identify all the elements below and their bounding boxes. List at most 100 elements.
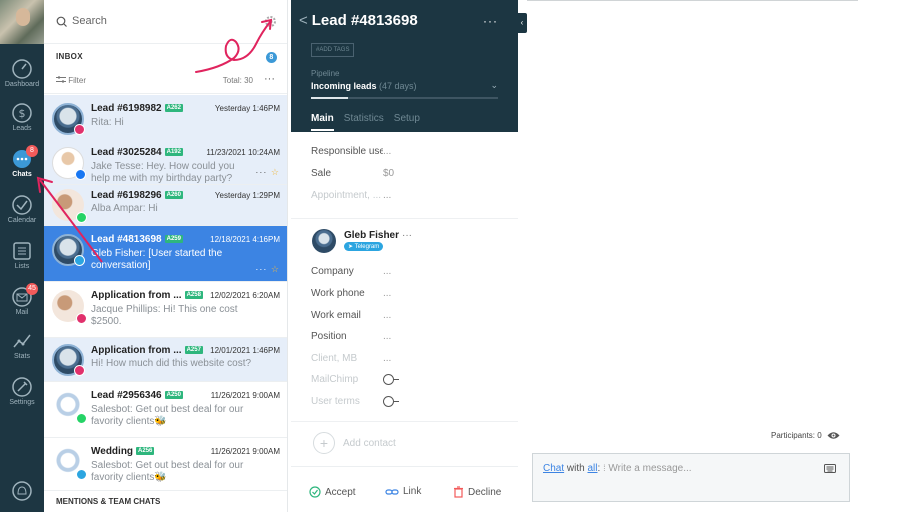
item-name: Lead #3025284 A192 — [91, 147, 183, 158]
chats-badge: 8 — [26, 145, 38, 157]
recipient-link[interactable]: all — [587, 463, 597, 474]
nav-label: Stats — [14, 353, 30, 360]
mentions-header[interactable]: MENTIONS & TEAM CHATS — [44, 490, 287, 512]
field-label: Company — [311, 266, 354, 277]
link-icon — [385, 488, 399, 495]
field-label: Responsible user — [311, 146, 383, 157]
contact-name[interactable]: Gleb Fisher ··· — [344, 230, 412, 241]
back-chevron-icon[interactable]: < — [299, 12, 308, 29]
item-name: Lead #6198296 A260 — [91, 190, 183, 201]
link-button[interactable]: Link — [385, 486, 421, 497]
field-sale[interactable]: Sale $0 — [311, 168, 394, 179]
star-icon[interactable]: ☆ — [271, 167, 280, 177]
list-more-button[interactable]: ··· — [264, 73, 275, 85]
chat-top-border — [527, 0, 858, 1]
item-time: Yesterday 1:29PM — [214, 191, 280, 200]
nav-notifications[interactable] — [0, 468, 44, 512]
item-actions[interactable]: ··· ☆ — [255, 264, 280, 275]
telegram-label: Telegram — [354, 244, 380, 250]
chat-type-link[interactable]: Chat — [543, 463, 564, 474]
chat-list-item[interactable]: Lead #3025284 A192 11/23/2021 10:24AM Jak… — [44, 139, 287, 185]
item-name: Lead #4813698 A259 — [91, 234, 183, 245]
lead-more-button[interactable]: ··· — [483, 14, 498, 28]
message-input[interactable]: Write a message... — [608, 463, 691, 474]
collapse-panel-button[interactable]: ‹ — [517, 13, 527, 33]
item-message: Jake Tesse: Hey. How could you help me w… — [91, 161, 235, 184]
chat-list-item-selected[interactable]: Lead #4813698 A259 12/18/2021 4:16PM Gleb… — [44, 226, 287, 282]
lead-title: < Lead #4813698 — [299, 12, 418, 29]
search-icon — [56, 16, 67, 27]
nav-settings[interactable]: Settings — [0, 372, 44, 416]
whatsapp-icon — [76, 212, 87, 223]
divider — [291, 421, 518, 422]
mailchimp-toggle[interactable] — [383, 374, 399, 386]
left-nav: Dashboard $ Leads Chats 8 Calendar Lists… — [0, 0, 44, 512]
nav-label: Mail — [15, 309, 29, 316]
nav-lists[interactable]: Lists — [0, 236, 44, 280]
inbox-badge: 8 — [266, 52, 277, 63]
field-work-email[interactable]: Work email... — [311, 310, 391, 321]
leads-icon: $ — [12, 103, 32, 123]
pipeline-value: Incoming leads — [311, 81, 377, 91]
gear-icon[interactable] — [264, 15, 277, 28]
nav-leads[interactable]: $ Leads — [0, 98, 44, 142]
pipeline-select[interactable]: Incoming leads (47 days) — [311, 81, 417, 91]
nav-label: Chats — [12, 171, 32, 178]
check-circle-icon — [309, 486, 321, 498]
nav-chats[interactable]: Chats 8 — [0, 144, 44, 188]
item-name: Wedding A256 — [91, 446, 155, 457]
tab-statistics[interactable]: Statistics — [344, 113, 384, 131]
field-client-mb[interactable]: Client, MB... — [311, 353, 391, 364]
tab-setup[interactable]: Setup — [394, 113, 420, 131]
chat-list-item[interactable]: Application from ... A257 12/01/2021 1:46… — [44, 338, 287, 382]
item-actions[interactable]: ··· ☆ — [255, 167, 280, 178]
field-value: ... — [383, 331, 392, 342]
nav-calendar[interactable]: Calendar — [0, 190, 44, 234]
field-company[interactable]: Company... — [311, 266, 391, 277]
tab-main[interactable]: Main — [311, 113, 334, 131]
field-value: ... — [383, 190, 392, 201]
item-message: Salesbot: Get out best deal for our favo… — [91, 404, 244, 427]
plus-icon: + — [313, 432, 335, 454]
chat-list-panel: Search INBOX 8 Filter Total: 30 ··· Lead… — [44, 0, 288, 512]
field-responsible-user[interactable]: Responsible user... — [311, 146, 391, 157]
pipeline-label: Pipeline — [311, 69, 340, 78]
field-work-phone[interactable]: Work phone... — [311, 288, 391, 299]
participants[interactable]: Participants: 0 — [771, 431, 840, 440]
list-header: Search — [44, 0, 287, 44]
chevron-down-icon[interactable]: ⌄ — [490, 80, 498, 91]
field-position[interactable]: Position... — [311, 331, 391, 342]
avatar — [52, 103, 85, 135]
lead-tag: A258 — [184, 291, 203, 300]
chat-list-item[interactable]: Application from ... A258 12/02/2021 6:20… — [44, 282, 287, 338]
nav-dashboard[interactable]: Dashboard — [0, 54, 44, 98]
add-tags-button[interactable]: #ADD TAGS — [311, 43, 355, 57]
contact-more-button[interactable]: ··· — [402, 230, 412, 241]
item-name: Application from ... A258 — [91, 290, 203, 301]
message-composer[interactable]: Chat with all: ⁞ Write a message... — [532, 453, 850, 502]
user-avatar[interactable] — [0, 0, 44, 44]
nav-stats[interactable]: Stats — [0, 326, 44, 370]
avatar — [52, 189, 87, 223]
decline-button[interactable]: Decline — [453, 486, 501, 498]
accept-button[interactable]: Accept — [309, 486, 356, 498]
star-icon[interactable]: ☆ — [271, 264, 280, 274]
field-label: Work phone — [311, 288, 365, 299]
search-input[interactable]: Search — [56, 15, 107, 27]
chat-list-item[interactable]: Wedding A256 11/26/2021 9:00AM Salesbot: … — [44, 438, 287, 494]
item-title: Lead #3025284 — [91, 147, 162, 158]
lead-tag: A259 — [164, 235, 183, 244]
keyboard-icon[interactable] — [824, 464, 836, 473]
chat-list-item[interactable]: Lead #2956346 A250 11/26/2021 9:00AM Sale… — [44, 382, 287, 438]
chat-list-item[interactable]: Lead #6198296 A260 Yesterday 1:29PM Alba … — [44, 185, 287, 226]
nav-label: Calendar — [7, 217, 37, 224]
add-contact-button[interactable]: + Add contact — [313, 432, 396, 454]
filter-button[interactable]: Filter — [56, 76, 86, 85]
item-time: 11/26/2021 9:00AM — [210, 447, 280, 456]
avatar — [52, 344, 85, 376]
item-time: Yesterday 1:46PM — [214, 104, 280, 113]
lead-card: < Lead #4813698 ··· #ADD TAGS Pipeline In… — [291, 0, 518, 512]
user-terms-toggle[interactable] — [383, 396, 399, 408]
field-appointment[interactable]: Appointment, ...... — [311, 190, 391, 201]
nav-mail[interactable]: Mail 45 — [0, 282, 44, 326]
